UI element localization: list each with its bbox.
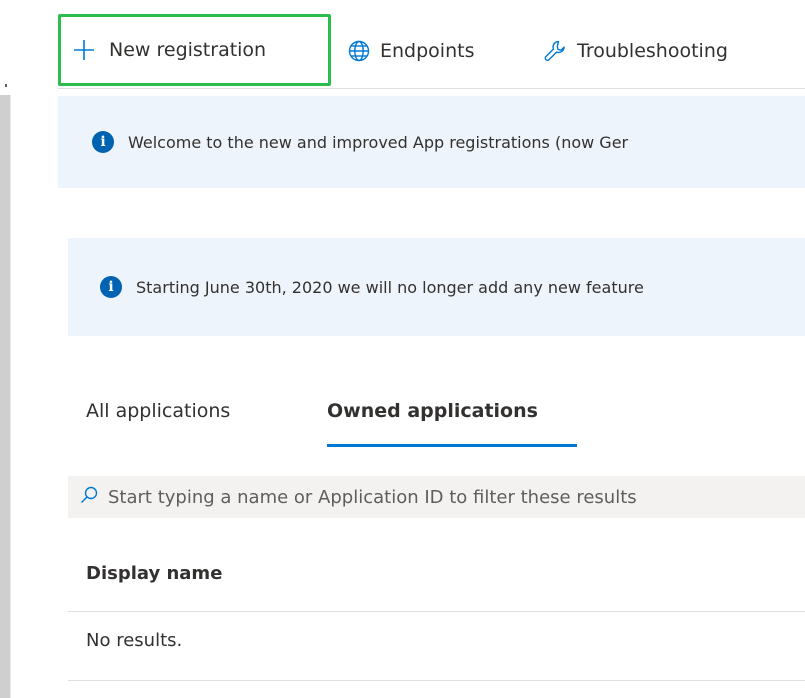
filter-search-input[interactable]: Start typing a name or Application ID to… — [68, 476, 805, 518]
tab-owned-applications[interactable]: Owned applications — [327, 400, 538, 422]
new-registration-button[interactable]: New registration — [58, 14, 331, 86]
search-icon — [80, 486, 98, 509]
selected-tab-indicator — [327, 444, 577, 447]
search-placeholder: Start typing a name or Application ID to… — [108, 486, 637, 508]
table-header-divider — [68, 611, 805, 612]
info-banner-text: Welcome to the new and improved App regi… — [128, 132, 629, 152]
troubleshooting-button[interactable]: Troubleshooting — [543, 14, 728, 88]
left-panel-divider — [10, 95, 11, 698]
command-bar: New registration Endpoints Troubleshooti… — [58, 14, 805, 88]
endpoints-label: Endpoints — [380, 40, 475, 62]
info-icon: i — [92, 131, 114, 153]
tab-all-applications[interactable]: All applications — [86, 400, 230, 422]
endpoints-button[interactable]: Endpoints — [348, 14, 474, 88]
table-row-divider — [68, 680, 805, 681]
toolbar-divider — [58, 88, 805, 89]
column-header-display-name[interactable]: Display name — [86, 563, 222, 584]
wrench-icon — [543, 39, 567, 63]
troubleshooting-label: Troubleshooting — [577, 40, 728, 62]
new-registration-label: New registration — [109, 39, 267, 61]
globe-icon — [348, 40, 370, 62]
empty-results-text: No results. — [86, 630, 183, 651]
left-edge-mark — [5, 84, 7, 87]
left-panel-scrollbar[interactable] — [0, 95, 10, 698]
plus-icon — [73, 39, 95, 61]
info-banner-welcome[interactable]: i Welcome to the new and improved App re… — [58, 96, 805, 188]
info-banner-text: Starting June 30th, 2020 we will no long… — [136, 277, 644, 297]
info-banner-deprecation[interactable]: i Starting June 30th, 2020 we will no lo… — [68, 238, 805, 336]
info-icon: i — [100, 276, 122, 298]
app-registrations-page: New registration Endpoints Troubleshooti… — [0, 0, 805, 698]
